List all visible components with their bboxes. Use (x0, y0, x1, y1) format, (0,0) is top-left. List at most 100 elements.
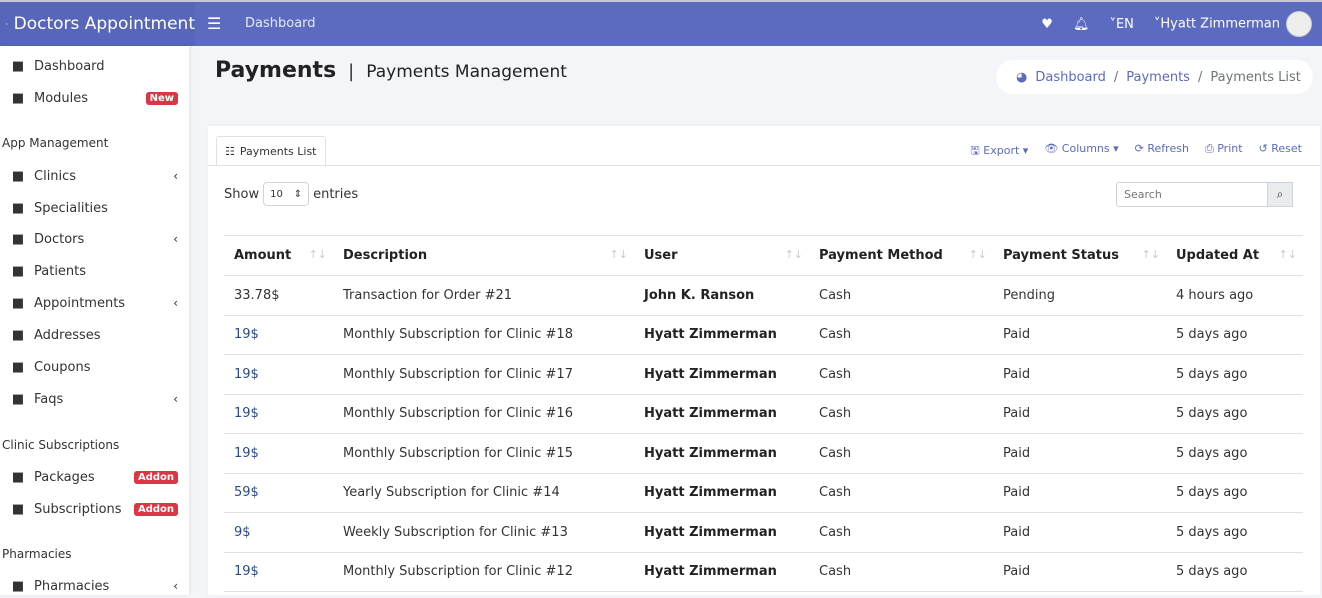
sidebar-item-pharmacies[interactable]: ■Pharmacies‹ (10, 574, 178, 598)
language-dropdown[interactable]: ˅EN (1109, 17, 1133, 32)
page-subtitle: Payments Management (366, 62, 567, 82)
pharmacy-icon: ■ (10, 579, 26, 594)
cell-payment-status: Paid (993, 434, 1166, 474)
logo-icon (6, 11, 8, 37)
sidebar-item-specialities[interactable]: ■Specialities (10, 196, 178, 220)
table-row: 19$Monthly Subscription for Clinic #17Hy… (224, 355, 1303, 395)
page-header: Payments | Payments Management (215, 58, 567, 83)
bed-icon: ■ (10, 264, 26, 279)
column-label: Payment Status (1003, 248, 1119, 263)
column-header[interactable]: Payment Status↑↓ (993, 236, 1166, 276)
cell-user: John K. Ranson (634, 276, 809, 316)
table-row: 9$Weekly Subscription for Clinic #13Hyat… (224, 513, 1303, 553)
breadcrumb-payments[interactable]: Payments (1126, 70, 1190, 85)
cell-payment-status: Paid (993, 315, 1166, 355)
sort-icon: ↑↓ (309, 248, 327, 261)
table-row: 59$Yearly Subscription for Clinic #14Hya… (224, 473, 1303, 513)
column-label: Amount (234, 248, 291, 263)
list-icon: ■ (10, 470, 26, 485)
sidebar-item-label: Coupons (34, 360, 91, 375)
table-row: 19$Monthly Subscription for Clinic #16Hy… (224, 394, 1303, 434)
sidebar-item-label: Subscriptions (34, 502, 122, 517)
column-header[interactable]: Updated At↑↓ (1166, 236, 1303, 276)
cell-amount: 59$ (224, 473, 333, 513)
cell-user: Hyatt Zimmerman (634, 473, 809, 513)
table-row: 33.78$Transaction for Order #21John K. R… (224, 276, 1303, 316)
building-icon: ■ (10, 169, 26, 184)
sidebar-item-appointments[interactable]: ■Appointments‹ (10, 291, 178, 315)
cell-description: Yearly Subscription for Clinic #14 (333, 473, 634, 513)
heart-icon[interactable]: ♥ (1041, 17, 1053, 32)
sidebar-item-label: Dashboard (34, 59, 105, 74)
cell-updated-at: 5 days ago (1166, 473, 1303, 513)
columns-button[interactable]: 👁︎ Columns ▾ (1044, 142, 1118, 161)
sidebar-item-label: Modules (34, 91, 88, 106)
app-title: Doctors Appointment (14, 14, 195, 34)
topbar-dashboard-link[interactable]: Dashboard (245, 16, 316, 31)
reset-button[interactable]: ↺ Reset (1259, 142, 1302, 161)
doctor-icon: ■ (10, 232, 26, 247)
search-button[interactable]: ⌕ (1268, 182, 1293, 207)
cell-description: Monthly Subscription for Clinic #12 (333, 552, 634, 592)
cell-payment-method: Cash (809, 434, 993, 474)
sidebar-item-label: Appointments (34, 296, 125, 311)
tab-payments-list[interactable]: ☷ Payments List (216, 136, 326, 166)
cell-description: Weekly Subscription for Clinic #13 (333, 513, 634, 553)
sidebar-item-dashboard[interactable]: ■Dashboard (10, 54, 178, 78)
tab-label: Payments List (240, 145, 317, 158)
show-label: Show (224, 187, 259, 202)
page-size-select[interactable]: 10⇕ (263, 182, 309, 206)
user-menu[interactable]: ˅Hyatt Zimmerman (1154, 11, 1312, 37)
cell-user: Hyatt Zimmerman (634, 552, 809, 592)
sidebar-badge: Addon (134, 471, 178, 484)
sidebar-item-clinics[interactable]: ■Clinics‹ (10, 164, 178, 188)
user-name: Hyatt Zimmerman (1160, 17, 1280, 32)
chevron-left-icon: ‹ (173, 392, 178, 406)
cell-payment-method: Cash (809, 473, 993, 513)
avatar (1286, 11, 1312, 37)
calendar-icon: ■ (10, 296, 26, 311)
list-icon: ☷ (225, 145, 235, 158)
export-button[interactable]: 🖫 Export ▾ (970, 142, 1028, 161)
cell-payment-method: Cash (809, 513, 993, 553)
cell-payment-status: Paid (993, 513, 1166, 553)
sort-icon: ↑↓ (969, 248, 987, 261)
sidebar-item-subscriptions[interactable]: ■SubscriptionsAddon (10, 497, 178, 521)
grid-icon: ■ (10, 91, 26, 106)
cell-updated-at: 5 days ago (1166, 394, 1303, 434)
title-separator: | (348, 61, 354, 82)
cell-user: Hyatt Zimmerman (634, 355, 809, 395)
bell-icon[interactable]: 🔔︎ (1073, 17, 1090, 32)
sidebar-item-addresses[interactable]: ■Addresses (10, 323, 178, 347)
print-button[interactable]: ⎙ Print (1205, 142, 1243, 161)
sidebar-item-packages[interactable]: ■PackagesAddon (10, 465, 178, 489)
map-icon: ■ (10, 328, 26, 343)
column-label: User (644, 248, 678, 263)
cell-user: Hyatt Zimmerman (634, 434, 809, 474)
sidebar-item-label: Clinics (34, 169, 76, 184)
sidebar-item-coupons[interactable]: ■Coupons (10, 355, 178, 379)
sidebar-item-doctors[interactable]: ■Doctors‹ (10, 227, 178, 251)
brand[interactable]: Doctors Appointment (0, 2, 195, 46)
sidebar-item-patients[interactable]: ■Patients (10, 259, 178, 283)
page-size-control: Show 10⇕ entries (224, 182, 358, 206)
column-header[interactable]: Amount ↑↓ (224, 236, 333, 276)
id-card-icon: ■ (10, 502, 26, 517)
column-header[interactable]: User↑↓ (634, 236, 809, 276)
cell-amount: 19$ (224, 552, 333, 592)
column-header[interactable]: Payment Method↑↓ (809, 236, 993, 276)
sort-icon: ↑↓ (610, 248, 628, 261)
sidebar: ■Dashboard■ModulesNew■Clinics‹■Specialit… (0, 46, 189, 595)
column-header[interactable]: Description↑↓ (333, 236, 634, 276)
cell-description: Monthly Subscription for Clinic #15 (333, 434, 634, 474)
search-input[interactable] (1116, 182, 1268, 207)
refresh-button[interactable]: ⟳ Refresh (1135, 142, 1189, 161)
sidebar-item-modules[interactable]: ■ModulesNew (10, 86, 178, 110)
menu-toggle-icon[interactable]: ☰ (207, 14, 221, 33)
cell-description: Transaction for Order #21 (333, 276, 634, 316)
breadcrumb-dashboard[interactable]: Dashboard (1035, 70, 1106, 85)
table-row: 19$Monthly Subscription for Clinic #12Hy… (224, 552, 1303, 592)
cell-payment-method: Cash (809, 552, 993, 592)
cell-description: Monthly Subscription for Clinic #18 (333, 315, 634, 355)
sidebar-item-faqs[interactable]: ■Faqs‹ (10, 387, 178, 411)
